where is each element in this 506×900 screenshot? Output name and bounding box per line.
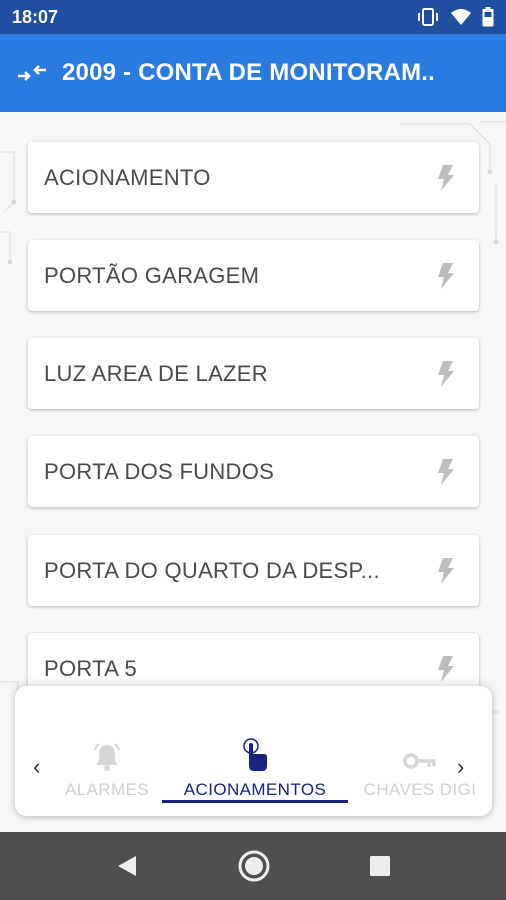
action-label: PORTA DOS FUNDOS bbox=[44, 458, 275, 484]
bolt-icon bbox=[438, 262, 454, 289]
tab-label: ALARMES bbox=[64, 780, 150, 799]
list-item[interactable]: ACIONAMENTO bbox=[28, 142, 479, 213]
app-bar: 2009 - CONTA DE MONITORAM.. bbox=[0, 34, 506, 112]
tab-acionamentos[interactable]: ACIONAMENTOS bbox=[162, 686, 348, 806]
touch-hand-icon bbox=[243, 738, 267, 771]
tab-label: CHAVES DIGI bbox=[363, 780, 477, 799]
action-label: ACIONAMENTO bbox=[44, 164, 211, 190]
tab-label: ACIONAMENTOS bbox=[183, 780, 327, 799]
bolt-icon bbox=[438, 557, 454, 584]
bottom-tab-bar: ‹ › ALARMES ACIONAMENTOS CHAVES DIGI bbox=[15, 686, 492, 816]
action-label: LUZ AREA DE LAZER bbox=[44, 360, 268, 386]
page-title: 2009 - CONTA DE MONITORAM.. bbox=[62, 59, 435, 86]
tab-chaves-digi[interactable]: CHAVES DIGI bbox=[361, 686, 479, 806]
list-item[interactable]: PORTÃO GARAGEM bbox=[28, 240, 479, 311]
navigation-bar bbox=[0, 832, 506, 900]
vibrate-icon bbox=[418, 8, 438, 26]
bell-icon bbox=[94, 743, 120, 771]
wifi-icon bbox=[451, 9, 471, 25]
active-tab-indicator bbox=[162, 800, 348, 803]
bolt-icon bbox=[438, 458, 454, 485]
bolt-icon bbox=[438, 164, 454, 191]
bolt-icon bbox=[438, 655, 454, 682]
battery-icon bbox=[482, 7, 494, 27]
status-icons bbox=[416, 7, 494, 27]
status-bar: 18:07 bbox=[0, 0, 506, 34]
status-time: 18:07 bbox=[12, 6, 59, 27]
home-circle-icon[interactable] bbox=[236, 846, 272, 886]
list-item[interactable]: LUZ AREA DE LAZER bbox=[28, 338, 479, 409]
swap-arrows-icon[interactable] bbox=[16, 63, 48, 83]
recents-square-icon[interactable] bbox=[368, 846, 392, 886]
chevron-left-icon[interactable]: ‹ bbox=[33, 754, 40, 780]
list-item[interactable]: PORTA DO QUARTO DA DESP... bbox=[28, 535, 479, 606]
key-icon bbox=[403, 753, 436, 769]
action-label: PORTA DO QUARTO DA DESP... bbox=[44, 557, 380, 583]
tab-alarmes[interactable]: ALARMES bbox=[53, 686, 161, 806]
back-triangle-icon[interactable] bbox=[114, 846, 138, 886]
action-label: PORTÃO GARAGEM bbox=[44, 262, 260, 288]
bolt-icon bbox=[438, 360, 454, 387]
list-item[interactable]: PORTA DOS FUNDOS bbox=[28, 436, 479, 507]
action-label: PORTA 5 bbox=[44, 655, 137, 681]
